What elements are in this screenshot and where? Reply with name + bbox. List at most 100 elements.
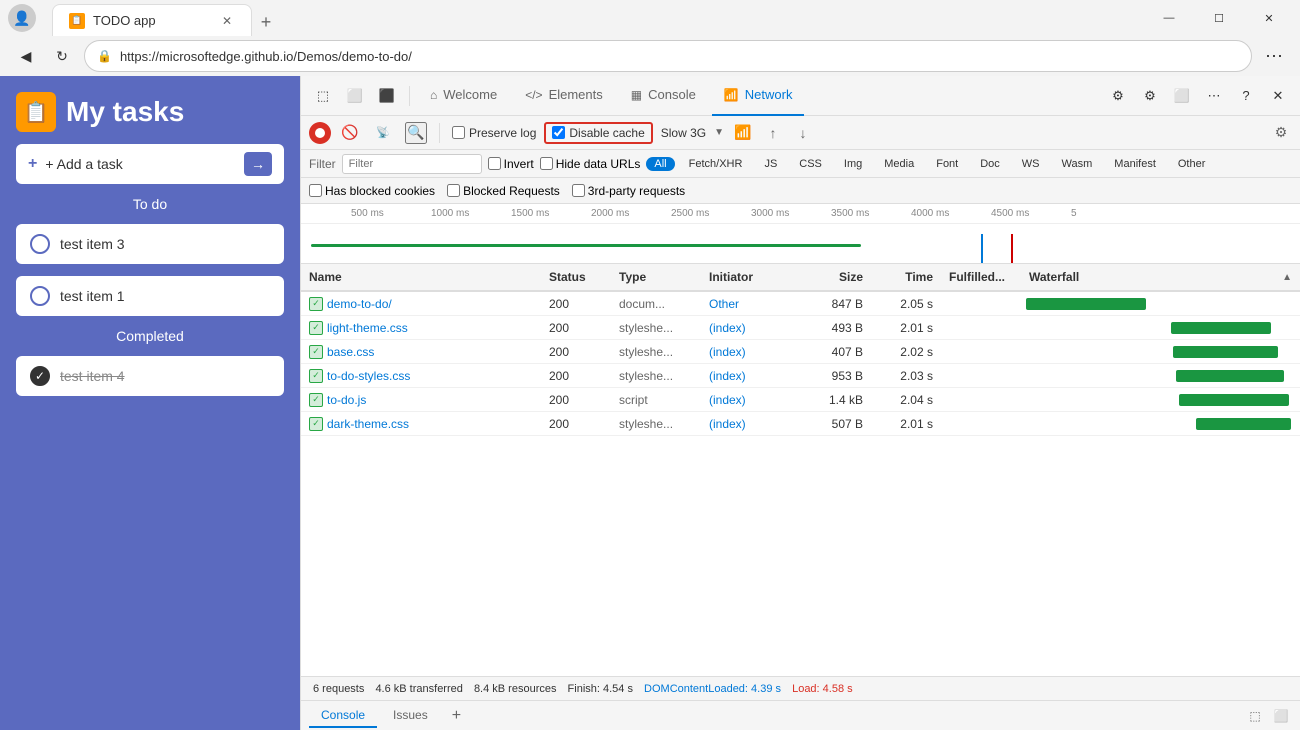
has-blocked-cookies-checkbox[interactable]: Has blocked cookies: [309, 184, 435, 198]
hide-data-urls-input[interactable]: [540, 157, 553, 170]
table-row[interactable]: ✓ light-theme.css 200 styleshe... (index…: [301, 316, 1300, 340]
type-filter-ws[interactable]: WS: [1014, 157, 1048, 171]
column-header-name[interactable]: Name: [301, 270, 541, 284]
row-initiator[interactable]: (index): [701, 393, 801, 407]
row-name-todo-js[interactable]: ✓ to-do.js: [301, 393, 541, 407]
maximize-button[interactable]: ☐: [1196, 2, 1242, 34]
add-task-bar[interactable]: + + Add a task →: [16, 144, 284, 184]
tab-console-bottom[interactable]: Console: [309, 704, 377, 728]
row-initiator[interactable]: (index): [701, 321, 801, 335]
filter-input[interactable]: [342, 154, 482, 174]
list-item[interactable]: test item 1: [16, 276, 284, 316]
type-filter-js[interactable]: JS: [756, 157, 785, 171]
device-emulation-button[interactable]: ⬜: [341, 82, 369, 110]
row-name-todo-styles[interactable]: ✓ to-do-styles.css: [301, 369, 541, 383]
list-item[interactable]: test item 3: [16, 224, 284, 264]
invert-checkbox[interactable]: Invert: [488, 157, 534, 171]
tab-close-button[interactable]: ✕: [219, 13, 235, 29]
more-tools-button[interactable]: ⋯: [1200, 82, 1228, 110]
has-blocked-cookies-input[interactable]: [309, 184, 322, 197]
task-checkbox[interactable]: [30, 234, 50, 254]
type-filter-css[interactable]: CSS: [791, 157, 830, 171]
row-initiator[interactable]: (index): [701, 417, 801, 431]
active-tab[interactable]: 📋 TODO app ✕: [52, 4, 252, 36]
minimize-button[interactable]: —: [1146, 2, 1192, 34]
help-button[interactable]: ?: [1232, 82, 1260, 110]
close-button[interactable]: ✕: [1246, 2, 1292, 34]
table-row[interactable]: ✓ to-do.js 200 script (index) 1.4 kB 2.0…: [301, 388, 1300, 412]
row-name-light-theme[interactable]: ✓ light-theme.css: [301, 321, 541, 335]
column-header-status[interactable]: Status: [541, 270, 611, 284]
preserve-log-input[interactable]: [452, 126, 465, 139]
type-filter-media[interactable]: Media: [876, 157, 922, 171]
third-party-checkbox[interactable]: 3rd-party requests: [572, 184, 685, 198]
task-checkbox-checked[interactable]: ✓: [30, 366, 50, 386]
row-name-base-css[interactable]: ✓ base.css: [301, 345, 541, 359]
row-name-dark-theme[interactable]: ✓ dark-theme.css: [301, 417, 541, 431]
disable-cache-input[interactable]: [552, 126, 565, 139]
type-filter-all[interactable]: All: [646, 157, 674, 171]
list-item[interactable]: ✓ test item 4: [16, 356, 284, 396]
type-filter-other[interactable]: Other: [1170, 157, 1214, 171]
disable-cache-checkbox[interactable]: Disable cache: [552, 126, 644, 140]
new-tab-button[interactable]: +: [252, 8, 280, 36]
upload-icon[interactable]: ↑: [762, 122, 784, 144]
column-header-time[interactable]: Time: [871, 270, 941, 284]
task-checkbox[interactable]: [30, 286, 50, 306]
column-header-waterfall[interactable]: Waterfall ▲: [1021, 270, 1300, 284]
column-header-fulfilled[interactable]: Fulfilled...: [941, 270, 1021, 284]
download-icon[interactable]: ↓: [792, 122, 814, 144]
add-panel-button[interactable]: +: [452, 707, 461, 725]
search-icon[interactable]: ⚙: [1104, 82, 1132, 110]
tab-welcome[interactable]: ⌂ Welcome: [418, 76, 509, 116]
dock-bottom-icon[interactable]: ⬜: [1270, 705, 1292, 727]
tab-issues[interactable]: Issues: [381, 704, 440, 728]
clear-button[interactable]: 🚫: [339, 122, 361, 144]
table-row[interactable]: ✓ dark-theme.css 200 styleshe... (index)…: [301, 412, 1300, 436]
blocked-requests-input[interactable]: [447, 184, 460, 197]
type-filter-img[interactable]: Img: [836, 157, 870, 171]
column-header-initiator[interactable]: Initiator: [701, 270, 801, 284]
column-header-type[interactable]: Type: [611, 270, 701, 284]
inspect-element-button[interactable]: ⬚: [309, 82, 337, 110]
network-settings-button[interactable]: ⚙: [1270, 122, 1292, 144]
row-initiator[interactable]: (index): [701, 369, 801, 383]
table-row[interactable]: ✓ base.css 200 styleshe... (index) 407 B…: [301, 340, 1300, 364]
type-filter-fetchxhr[interactable]: Fetch/XHR: [681, 157, 751, 171]
customize-devtools-button[interactable]: ⬛: [373, 82, 401, 110]
type-filter-doc[interactable]: Doc: [972, 157, 1008, 171]
row-initiator[interactable]: (index): [701, 345, 801, 359]
close-devtools-button[interactable]: ✕: [1264, 82, 1292, 110]
table-row[interactable]: ✓ to-do-styles.css 200 styleshe... (inde…: [301, 364, 1300, 388]
throttle-selector[interactable]: Slow 3G: [661, 126, 706, 140]
record-button[interactable]: [309, 122, 331, 144]
type-filter-manifest[interactable]: Manifest: [1106, 157, 1164, 171]
wifi-icon[interactable]: 📶: [732, 122, 754, 144]
search-button[interactable]: 🔍: [405, 122, 427, 144]
back-button[interactable]: ◀: [12, 42, 40, 70]
type-filter-wasm[interactable]: Wasm: [1054, 157, 1101, 171]
table-row[interactable]: ✓ demo-to-do/ 200 docum... Other 847 B 2…: [301, 292, 1300, 316]
row-initiator[interactable]: Other: [701, 297, 801, 311]
row-name-demo-to-do[interactable]: ✓ demo-to-do/: [301, 297, 541, 311]
refresh-button[interactable]: ↻: [48, 42, 76, 70]
column-header-size[interactable]: Size: [801, 270, 871, 284]
add-task-label: + Add a task: [45, 156, 236, 172]
tab-elements[interactable]: </> Elements: [513, 76, 615, 116]
throttle-arrow-icon[interactable]: ▼: [714, 127, 724, 138]
settings-icon[interactable]: ⬜: [1168, 82, 1196, 110]
undock-icon[interactable]: ⬚: [1244, 705, 1266, 727]
third-party-input[interactable]: [572, 184, 585, 197]
tab-console[interactable]: ▦ Console: [619, 76, 708, 116]
tab-network[interactable]: 📶 Network: [712, 76, 805, 116]
performance-monitor-icon[interactable]: ⚙: [1136, 82, 1164, 110]
filter-button[interactable]: 📡: [369, 119, 397, 147]
url-bar[interactable]: 🔒 https://microsoftedge.github.io/Demos/…: [84, 40, 1252, 72]
add-task-arrow-icon[interactable]: →: [244, 152, 272, 176]
more-options-button[interactable]: ⋯: [1260, 42, 1288, 70]
type-filter-font[interactable]: Font: [928, 157, 966, 171]
blocked-requests-checkbox[interactable]: Blocked Requests: [447, 184, 560, 198]
invert-input[interactable]: [488, 157, 501, 170]
hide-data-urls-checkbox[interactable]: Hide data URLs: [540, 157, 641, 171]
preserve-log-checkbox[interactable]: Preserve log: [452, 126, 536, 140]
